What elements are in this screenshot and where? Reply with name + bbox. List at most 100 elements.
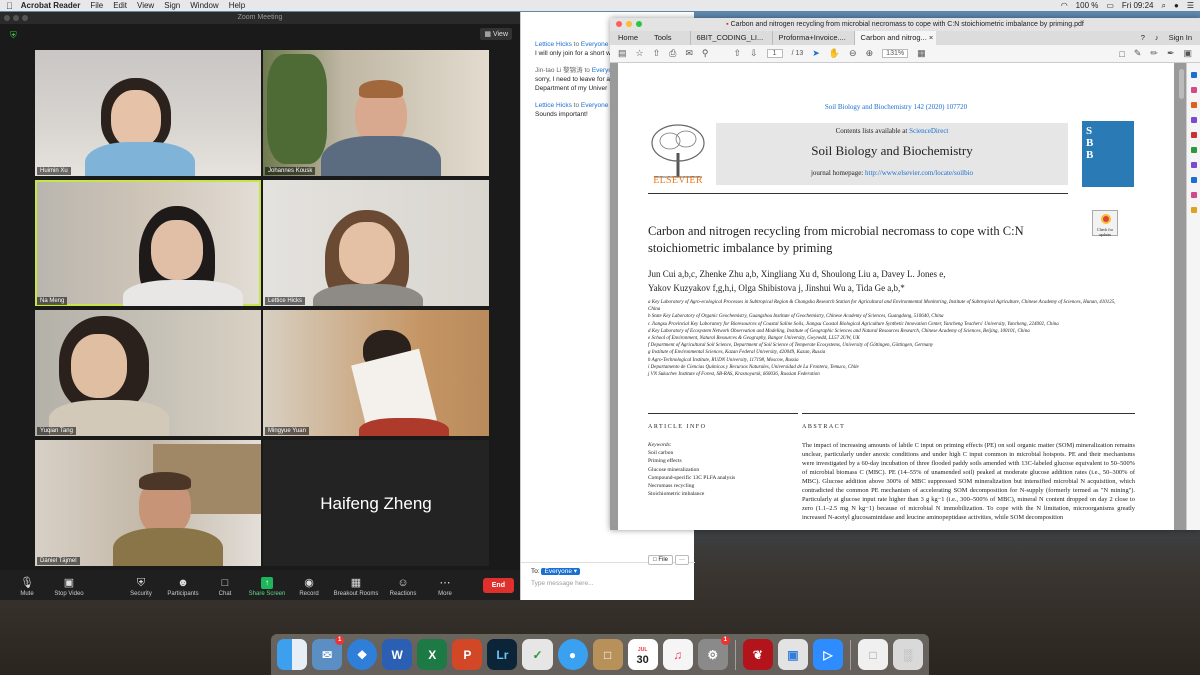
video-tile-yuqian-tang[interactable]: Yuqian Tang <box>35 310 261 436</box>
save-icon[interactable]: ▤ <box>618 48 627 59</box>
zoom-app-icon[interactable]: ▷ <box>812 639 843 670</box>
tool-icon[interactable] <box>1190 132 1197 138</box>
close-icon[interactable] <box>616 21 622 27</box>
document-tab[interactable]: 6BIT_CODING_LI... <box>689 31 772 45</box>
wifi-icon[interactable]: ◠ <box>1061 1 1068 10</box>
preview-icon[interactable]: ✓ <box>522 639 553 670</box>
tool-icon[interactable] <box>1190 117 1197 123</box>
stamp-icon[interactable]: ▣ <box>1183 48 1192 59</box>
minimize-icon[interactable] <box>13 15 19 21</box>
share-screen-button[interactable]: ↑ Share Screen <box>246 577 288 597</box>
chat-message-input[interactable]: Type message here... <box>531 580 685 587</box>
document-tab-active[interactable]: Carbon and nitrog... × <box>853 31 936 45</box>
pdf-viewport[interactable]: Soil Biology and Biochemistry 142 (2020)… <box>610 63 1200 530</box>
menu-view[interactable]: View <box>137 1 154 10</box>
notes-book-icon[interactable]: □ <box>592 639 623 670</box>
image-capture-icon[interactable]: ▣ <box>777 639 808 670</box>
battery-text[interactable]: 100 % <box>1076 1 1099 10</box>
more-button[interactable]: ⋯ More <box>424 577 466 597</box>
close-icon[interactable] <box>4 15 10 21</box>
safari-icon[interactable]: ❖ <box>347 639 378 670</box>
minimize-icon[interactable] <box>626 21 632 27</box>
tool-icon[interactable] <box>1190 177 1197 183</box>
sciencedirect-link[interactable]: ScienceDirect <box>909 127 948 135</box>
video-tile-daniel-tajmel[interactable]: Dániel Tájmel <box>35 440 261 566</box>
sign-icon[interactable]: ✒ <box>1167 48 1175 59</box>
mute-button[interactable]: 🎙 Mute <box>6 577 48 597</box>
breakout-rooms-button[interactable]: ▦ Breakout Rooms <box>330 577 382 597</box>
print-icon[interactable]: ⎙ <box>669 48 676 59</box>
view-button[interactable]: ▦ View <box>480 28 512 40</box>
reactions-button[interactable]: ☺ Reactions <box>382 577 424 597</box>
journal-homepage-link[interactable]: http://www.elsevier.com/locate/soilbio <box>865 169 973 177</box>
security-shield-icon[interactable]: ⛨ <box>10 30 17 41</box>
tool-icon[interactable] <box>1190 147 1197 153</box>
menubar-app-name[interactable]: Acrobat Reader <box>21 1 81 10</box>
control-center-icon[interactable]: ☰ <box>1187 1 1194 10</box>
video-tile-mingyue-yuan[interactable]: Mingyue Yuan <box>263 310 489 436</box>
menu-window[interactable]: Window <box>190 1 218 10</box>
lightroom-icon[interactable]: Lr <box>487 639 518 670</box>
calendar-icon[interactable]: JUL 30 <box>627 639 658 670</box>
tools-tab[interactable]: Tools <box>646 31 680 45</box>
check-for-updates-badge[interactable]: Check for updates <box>1092 210 1118 237</box>
pen-icon[interactable]: ✎ <box>1134 48 1142 59</box>
excel-icon[interactable]: X <box>417 639 448 670</box>
video-tile-huimin-xu[interactable]: Huimin Xu <box>35 50 261 176</box>
tool-icon[interactable] <box>1190 162 1197 168</box>
mail-app-icon[interactable]: ✉ 1 <box>312 636 345 670</box>
scrollbar[interactable] <box>1179 69 1184 99</box>
search-icon[interactable]: ⚲ <box>702 48 709 59</box>
finder-icon[interactable] <box>277 639 308 670</box>
zoom-out-icon[interactable]: ⊖ <box>849 48 857 59</box>
tool-icon[interactable] <box>1190 102 1197 108</box>
journal-reference[interactable]: Soil Biology and Biochemistry 142 (2020)… <box>618 103 1174 111</box>
comment-icon[interactable]: □ <box>1119 49 1124 59</box>
messages-icon[interactable]: ● <box>557 639 588 670</box>
highlighter-icon[interactable]: ✏ <box>1150 48 1158 59</box>
document-tab[interactable]: Proforma+Invoice.... <box>771 31 854 45</box>
zoom-level-select[interactable]: 131% <box>882 49 909 58</box>
hand-icon[interactable]: ✋ <box>829 48 840 59</box>
participants-button[interactable]: ☻ Participants <box>162 577 204 597</box>
chat-more-button[interactable]: ··· <box>675 555 689 565</box>
video-tile-lettice-hicks[interactable]: Lettice Hicks <box>263 180 489 306</box>
stop-video-button[interactable]: ▣ Stop Video <box>48 577 90 597</box>
next-page-icon[interactable]: ⇩ <box>750 48 758 59</box>
search-icon[interactable]: ⌕ <box>1162 1 1166 11</box>
tool-icon[interactable] <box>1190 87 1197 93</box>
battery-icon[interactable]: ▭ <box>1106 1 1114 10</box>
record-button[interactable]: ◉ Record <box>288 577 330 597</box>
menu-help[interactable]: Help <box>229 1 245 10</box>
prev-page-icon[interactable]: ⇧ <box>733 48 741 59</box>
acrobat-icon[interactable]: ❦ <box>742 639 773 670</box>
fit-page-icon[interactable]: ▦ <box>917 48 926 59</box>
video-tile-na-meng[interactable]: Na Meng <box>35 180 261 306</box>
maximize-icon[interactable] <box>22 15 28 21</box>
bell-icon[interactable]: ♪ <box>1155 31 1159 45</box>
clock[interactable]: Fri 09:24 <box>1122 1 1154 10</box>
downloads-folder-icon[interactable]: □ <box>857 639 888 670</box>
system-preferences-icon[interactable]: ⚙ 1 <box>697 636 730 670</box>
signin-link[interactable]: Sign In <box>1169 31 1192 45</box>
siri-icon[interactable]: ● <box>1174 1 1179 10</box>
maximize-icon[interactable] <box>636 21 642 27</box>
chat-button[interactable]: □ Chat <box>204 577 246 597</box>
page-number-input[interactable]: 1 <box>766 49 783 58</box>
security-button[interactable]: ⛨ Security <box>120 577 162 597</box>
bookmark-star-icon[interactable]: ☆ <box>636 48 644 59</box>
help-icon[interactable]: ? <box>1141 31 1145 45</box>
menu-edit[interactable]: Edit <box>113 1 127 10</box>
video-tile-haifeng-zheng[interactable]: Haifeng Zheng <box>263 440 489 566</box>
music-icon[interactable]: ♫ <box>662 639 693 670</box>
tool-icon[interactable] <box>1190 72 1197 78</box>
file-button[interactable]: □ File <box>648 555 673 565</box>
menu-sign[interactable]: Sign <box>164 1 180 10</box>
select-cursor-icon[interactable]: ➤ <box>812 48 820 59</box>
tool-icon[interactable] <box>1190 192 1197 198</box>
recipient-dropdown[interactable]: Everyone ▾ <box>541 568 581 575</box>
word-icon[interactable]: W <box>382 639 413 670</box>
trash-icon[interactable]: ░ <box>893 639 924 670</box>
upload-icon[interactable]: ⇧ <box>653 48 661 59</box>
tool-icon[interactable] <box>1190 207 1197 213</box>
